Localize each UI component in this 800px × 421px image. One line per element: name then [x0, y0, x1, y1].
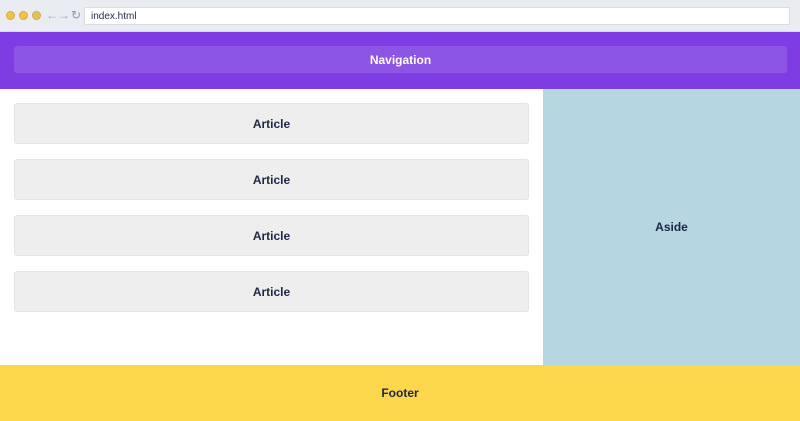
footer-label: Footer: [381, 386, 419, 400]
minimize-window-icon[interactable]: [19, 11, 28, 20]
url-text: index.html: [91, 11, 137, 22]
close-window-icon[interactable]: [6, 11, 15, 20]
article-card[interactable]: Article: [14, 159, 529, 200]
article-card[interactable]: Article: [14, 271, 529, 312]
aside-label: Aside: [655, 220, 688, 234]
article-label: Article: [252, 228, 291, 243]
reload-icon[interactable]: ↻: [71, 8, 81, 22]
navigation-section: Navigation: [0, 32, 800, 89]
aside-section: Aside: [543, 89, 800, 365]
article-label: Article: [252, 172, 291, 187]
article-card[interactable]: Article: [14, 215, 529, 256]
maximize-window-icon[interactable]: [32, 11, 41, 20]
address-bar[interactable]: index.html: [84, 7, 790, 25]
article-card[interactable]: Article: [14, 103, 529, 144]
forward-arrow-icon[interactable]: →: [58, 8, 70, 22]
navigation-label: Navigation: [369, 52, 432, 67]
article-label: Article: [252, 116, 291, 131]
footer-section: Footer: [0, 365, 800, 421]
browser-toolbar: ← → ↻ index.html: [0, 0, 800, 32]
back-arrow-icon[interactable]: ←: [46, 8, 58, 22]
articles-section: Article Article Article Article: [0, 89, 543, 365]
navigation-box[interactable]: Navigation: [14, 46, 787, 73]
article-label: Article: [252, 284, 291, 299]
